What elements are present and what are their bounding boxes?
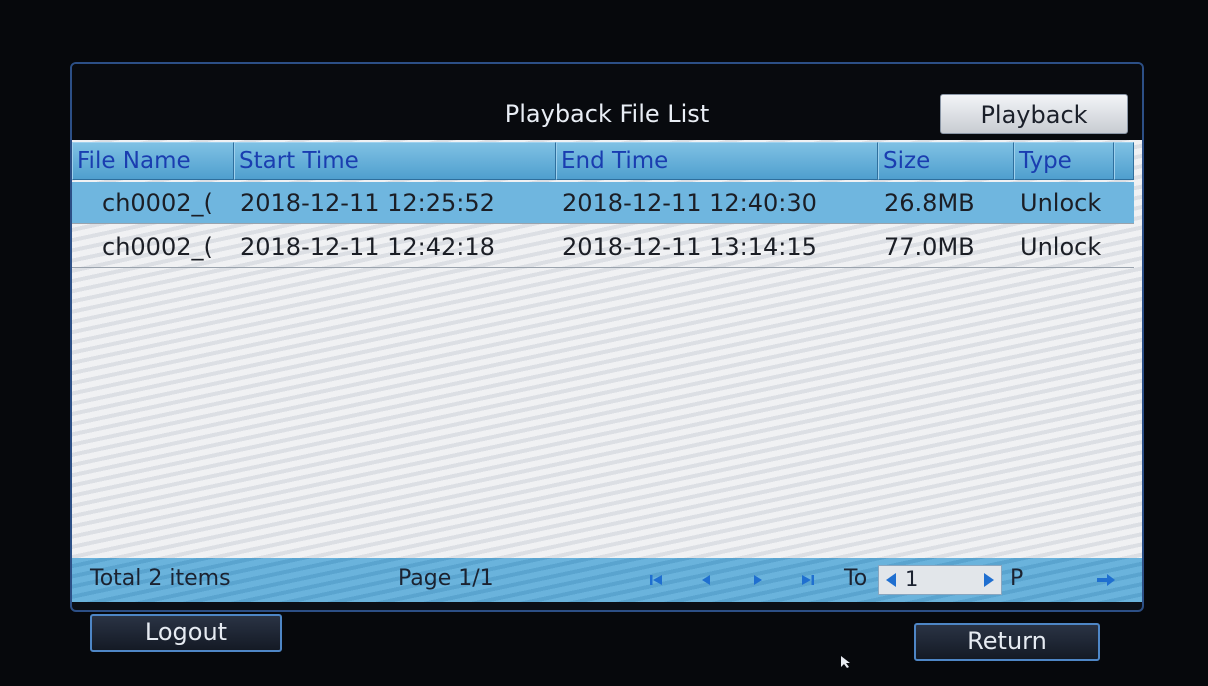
- cell-file-name: ch0002_(: [102, 189, 213, 217]
- file-list: File Name Start Time End Time Size Type …: [72, 140, 1142, 558]
- table-row[interactable]: ch0002_( 2018-12-11 12:42:18 2018-12-11 …: [72, 226, 1134, 268]
- cell-size: 77.0MB: [884, 233, 975, 261]
- pagination-bar: Total 2 items Page 1/1 To 1 P: [72, 558, 1142, 602]
- last-page-icon[interactable]: [798, 570, 818, 590]
- column-header-file-name[interactable]: File Name: [72, 142, 234, 180]
- go-to-label: To: [844, 566, 868, 591]
- go-arrow-icon[interactable]: [1094, 570, 1118, 590]
- title-bar: Playback File List Playback: [72, 64, 1142, 140]
- cell-size: 26.8MB: [884, 189, 975, 217]
- cell-end-time: 2018-12-11 13:14:15: [562, 233, 817, 261]
- page-unit-label: P: [1010, 566, 1024, 591]
- column-header-end-time[interactable]: End Time: [556, 142, 878, 180]
- cell-file-name: ch0002_(: [102, 233, 213, 261]
- spin-right-icon[interactable]: [980, 571, 998, 589]
- column-header-start-time[interactable]: Start Time: [234, 142, 556, 180]
- cell-start-time: 2018-12-11 12:42:18: [240, 233, 495, 261]
- playback-file-list-window: Playback File List Playback File Name St…: [70, 62, 1144, 612]
- first-page-icon[interactable]: [646, 570, 666, 590]
- page-number-input[interactable]: 1: [878, 565, 1002, 595]
- column-header-filler: [1114, 142, 1134, 180]
- page-indicator: Page 1/1: [398, 566, 494, 591]
- spin-left-icon[interactable]: [882, 571, 900, 589]
- total-items: Total 2 items: [90, 566, 231, 591]
- cell-type: Unlock: [1020, 189, 1102, 217]
- next-page-icon[interactable]: [748, 570, 768, 590]
- playback-button[interactable]: Playback: [940, 94, 1128, 134]
- prev-page-icon[interactable]: [696, 570, 716, 590]
- cell-start-time: 2018-12-11 12:25:52: [240, 189, 495, 217]
- return-button[interactable]: Return: [914, 623, 1100, 661]
- column-header-type[interactable]: Type: [1014, 142, 1114, 180]
- mouse-cursor-icon: [841, 656, 850, 668]
- logout-button[interactable]: Logout: [90, 614, 282, 652]
- table-row[interactable]: ch0002_( 2018-12-11 12:25:52 2018-12-11 …: [72, 182, 1134, 224]
- column-header-size[interactable]: Size: [878, 142, 1014, 180]
- table-header: File Name Start Time End Time Size Type: [72, 142, 1134, 180]
- page-number-value: 1: [905, 567, 919, 591]
- cell-end-time: 2018-12-11 12:40:30: [562, 189, 817, 217]
- cell-type: Unlock: [1020, 233, 1102, 261]
